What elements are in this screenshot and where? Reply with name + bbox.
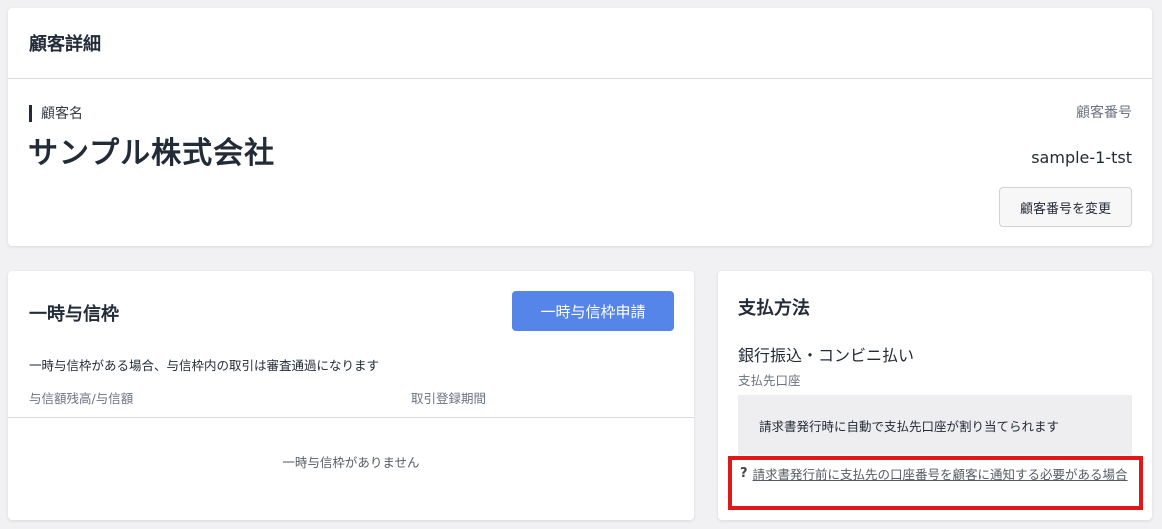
payment-method-title: 支払方法 bbox=[738, 298, 810, 319]
customer-name-label-group: 顧客名 bbox=[29, 103, 83, 123]
column-header-credit-balance: 与信額残高/与信額 bbox=[29, 391, 134, 406]
payment-account-label: 支払先口座 bbox=[738, 373, 801, 388]
auto-assign-notice-text: 請求書発行時に自動で支払先口座が割り当てられます bbox=[759, 418, 1060, 434]
temporary-credit-card: 一時与信枠 一時与信枠申請 一時与信枠がある場合、与信枠内の取引は審査通過になり… bbox=[8, 271, 694, 520]
customer-name: サンプル株式会社 bbox=[28, 136, 276, 171]
auto-assign-notice: 請求書発行時に自動で支払先口座が割り当てられます bbox=[738, 395, 1132, 455]
table-divider bbox=[8, 417, 694, 418]
customer-detail-card: 顧客詳細 顧客名 サンプル株式会社 顧客番号 sample-1-tst 顧客番号… bbox=[8, 8, 1152, 246]
customer-name-label: 顧客名 bbox=[41, 106, 83, 122]
temporary-credit-description: 一時与信枠がある場合、与信枠内の取引は審査通過になります bbox=[29, 358, 380, 373]
payment-method-card: 支払方法 銀行振込・コンビニ払い 支払先口座 請求書発行時に自動で支払先口座が割… bbox=[718, 271, 1152, 520]
label-accent-bar bbox=[29, 104, 32, 122]
customer-detail-title: 顧客詳細 bbox=[29, 34, 101, 55]
apply-temporary-credit-button[interactable]: 一時与信枠申請 bbox=[512, 291, 674, 331]
customer-detail-header: 顧客詳細 bbox=[8, 8, 1152, 79]
question-icon: ? bbox=[740, 466, 748, 481]
temporary-credit-title: 一時与信枠 bbox=[29, 304, 119, 325]
customer-number-value: sample-1-tst bbox=[1031, 148, 1132, 167]
customer-number-label: 顧客番号 bbox=[1076, 105, 1132, 121]
change-customer-number-button[interactable]: 顧客番号を変更 bbox=[999, 187, 1132, 227]
column-header-registration-period: 取引登録期間 bbox=[411, 391, 487, 406]
empty-state-message: 一時与信枠がありません bbox=[282, 455, 420, 470]
notify-account-help-link[interactable]: 請求書発行前に支払先の口座番号を顧客に通知する必要がある場合 bbox=[753, 466, 1131, 506]
payment-method-value: 銀行振込・コンビニ払い bbox=[738, 346, 915, 365]
help-link-highlight: ? 請求書発行前に支払先の口座番号を顧客に通知する必要がある場合 bbox=[728, 456, 1143, 510]
